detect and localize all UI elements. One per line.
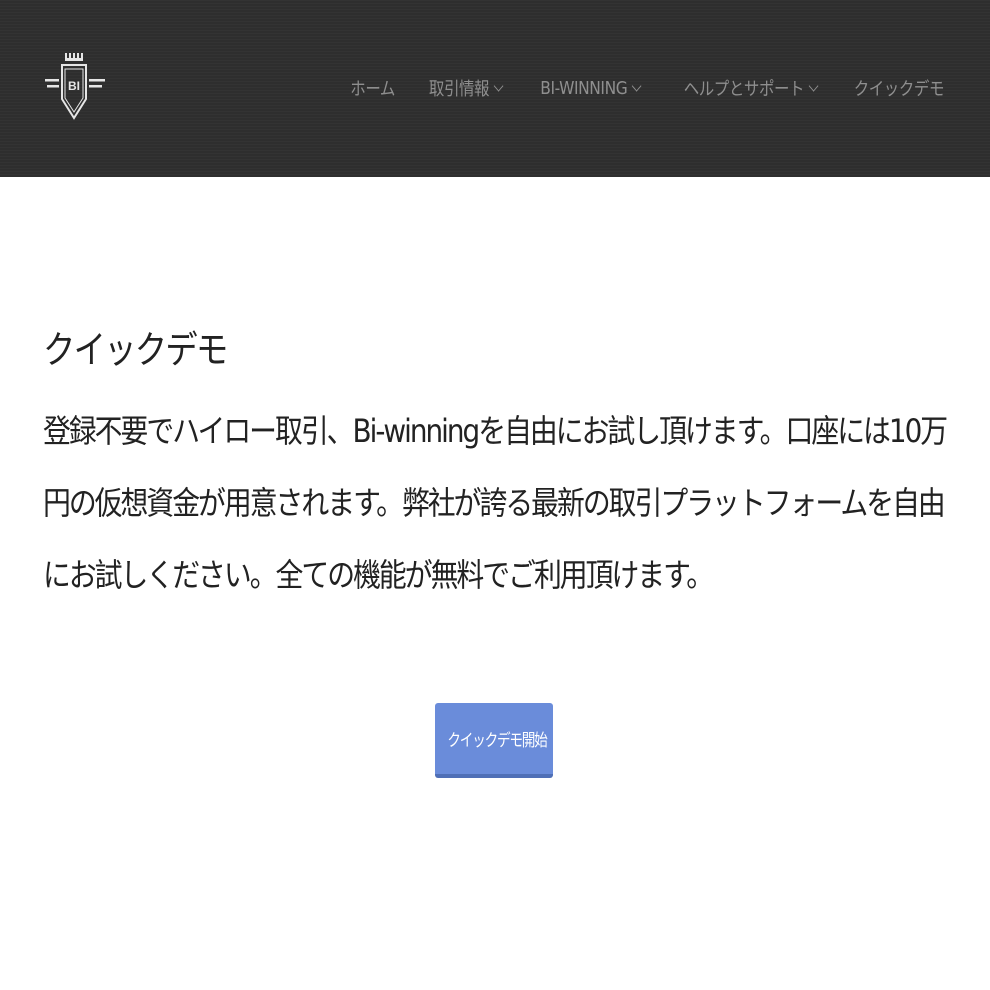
nav-item-trading-info[interactable]: 取引情報 bbox=[428, 75, 504, 101]
nav-item-bi-winning[interactable]: BI-WINNING bbox=[540, 77, 642, 99]
page-title: クイックデモ bbox=[43, 328, 228, 372]
chevron-down-icon bbox=[808, 80, 819, 92]
nav-item-label: BI-WINNING bbox=[540, 77, 628, 99]
main-nav: ホーム 取引情報 BI-WINNING ヘルプとサポート クイックデモ bbox=[343, 72, 944, 104]
site-logo[interactable]: BI bbox=[44, 48, 108, 124]
start-quick-demo-button[interactable]: クイックデモ開始 bbox=[435, 703, 553, 778]
nav-item-label: クイックデモ bbox=[853, 79, 945, 100]
nav-item-label: ホーム bbox=[350, 79, 395, 100]
logo-text: BI bbox=[68, 79, 80, 93]
start-quick-demo-label: クイックデモ開始 bbox=[447, 731, 547, 751]
main-content: クイックデモ 登録不要でハイロー取引、Bi-winningを自由にお試し頂けます… bbox=[43, 320, 948, 611]
nav-item-help-support[interactable]: ヘルプとサポート bbox=[683, 75, 819, 101]
nav-item-label: 取引情報 bbox=[428, 79, 490, 100]
chevron-down-icon bbox=[493, 80, 504, 92]
nav-item-label: ヘルプとサポート bbox=[683, 79, 805, 100]
page-description: 登録不要でハイロー取引、Bi-winningを自由にお試し頂けます。口座には10… bbox=[43, 412, 948, 594]
nav-item-home[interactable]: ホーム bbox=[350, 75, 395, 101]
nav-item-quick-demo[interactable]: クイックデモ bbox=[853, 75, 945, 101]
bi-crown-shield-logo-icon: BI bbox=[45, 53, 105, 120]
chevron-down-icon bbox=[631, 80, 642, 92]
site-header: BI ホーム 取引情報 BI-WINNING ヘルプとサポート クイックデモ bbox=[0, 0, 990, 177]
